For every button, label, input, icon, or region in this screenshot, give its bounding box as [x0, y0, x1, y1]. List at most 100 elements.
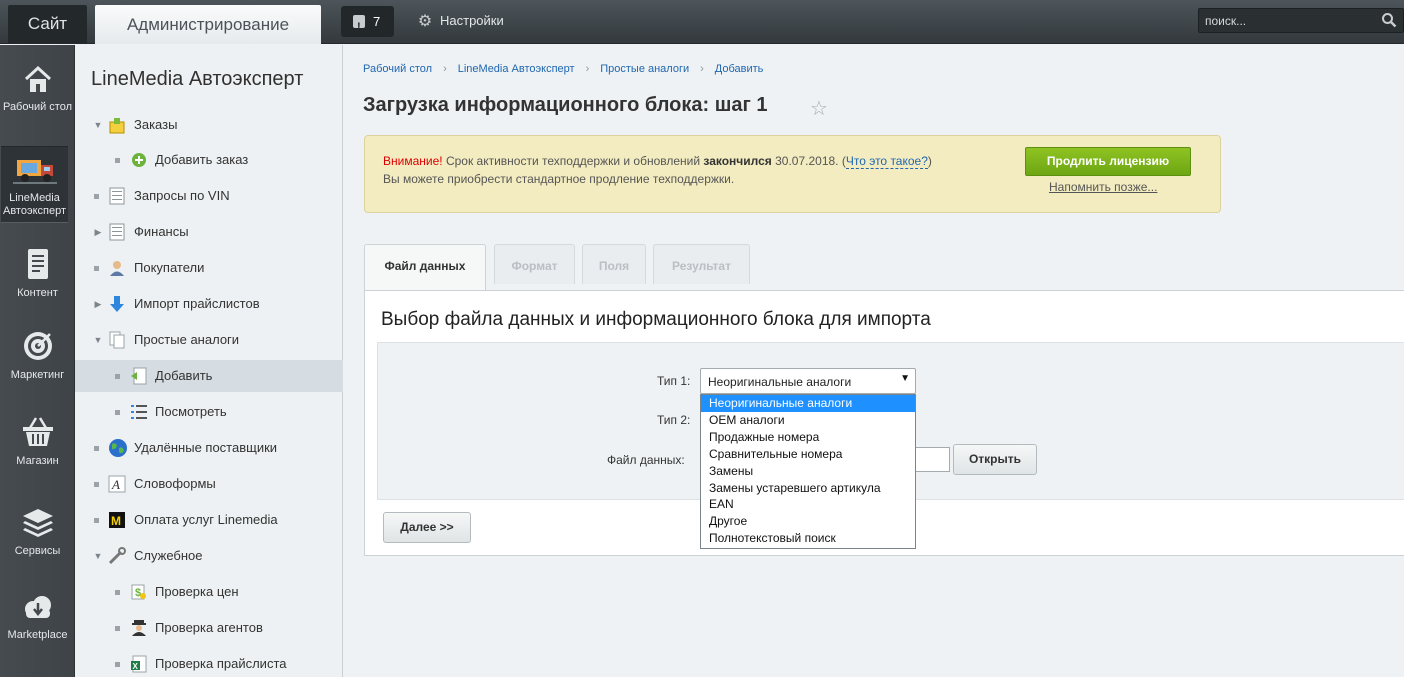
rail-label: Магазин: [16, 455, 59, 467]
open-button[interactable]: Открыть: [953, 444, 1037, 475]
bullet: [94, 482, 99, 487]
top-bar: Сайт Администрирование 7 ⚙ Настройки: [0, 0, 1404, 44]
rail-item-services[interactable]: Сервисы: [0, 507, 75, 558]
sidebar-item-label: Проверка цен: [155, 584, 239, 599]
dropdown-option[interactable]: Другое: [701, 513, 915, 530]
bullet: [115, 590, 120, 595]
rail-item-content[interactable]: Контент: [0, 247, 75, 300]
rail-item-marketing[interactable]: Маркетинг: [0, 329, 75, 382]
sidebar-item-vin[interactable]: Запросы по VIN: [75, 180, 343, 212]
sidebar-item-price-check[interactable]: $ Проверка цен: [75, 576, 343, 608]
expand-arrow-icon[interactable]: ▼: [93, 324, 103, 356]
linemedia-m-icon: M: [109, 512, 125, 528]
sidebar-item-service[interactable]: ▼ Служебное: [75, 540, 343, 572]
sidebar-item-label: Импорт прайслистов: [134, 296, 260, 311]
search-icon[interactable]: [1381, 12, 1397, 28]
alert-text: Срок активности техподдержки и обновлени…: [442, 154, 704, 168]
basket-icon: [22, 417, 53, 446]
list-icon: [131, 405, 147, 419]
sidebar-item-linemedia-payment[interactable]: M Оплата услуг Linemedia: [75, 504, 343, 536]
sidebar-item-import[interactable]: ▶ Импорт прайслистов: [75, 288, 343, 320]
sidebar-item-finance[interactable]: ▶ Финансы: [75, 216, 343, 248]
search-input[interactable]: [1205, 11, 1375, 31]
sidebar-item-customers[interactable]: Покупатели: [75, 252, 343, 284]
chevron-down-icon: ▼: [900, 373, 910, 384]
breadcrumb-link[interactable]: Простые аналоги: [600, 63, 689, 75]
rail-item-desktop[interactable]: Рабочий стол: [0, 65, 75, 114]
alert-date: 30.07.2018. (: [771, 154, 846, 168]
rail-item-marketplace[interactable]: Marketplace: [0, 593, 75, 642]
alert-message: Внимание! Срок активности техподдержки и…: [383, 154, 932, 169]
svg-text:M: M: [111, 514, 121, 528]
tab-fields[interactable]: Поля: [582, 244, 646, 284]
sidebar-item-wordforms[interactable]: A Словоформы: [75, 468, 343, 500]
bullet: [115, 410, 120, 415]
bullet: [94, 518, 99, 523]
wordform-icon: A: [108, 475, 126, 493]
rail-item-shop[interactable]: Магазин: [0, 415, 75, 468]
svg-text:X: X: [133, 662, 139, 671]
sidebar-menu: LineMedia Автоэксперт ▼ Заказы Добавить …: [75, 45, 343, 677]
expand-arrow-icon[interactable]: ▶: [93, 288, 103, 320]
sidebar-item-label: Запросы по VIN: [134, 188, 230, 203]
type1-select[interactable]: Неоригинальные аналоги ▼: [700, 368, 916, 394]
dropdown-option[interactable]: EAN: [701, 496, 915, 513]
breadcrumb: Рабочий стол › LineMedia Автоэксперт › Прост…: [363, 63, 763, 75]
dropdown-option[interactable]: Замены: [701, 463, 915, 480]
sidebar-item-add[interactable]: Добавить: [75, 360, 343, 392]
remind-later-link[interactable]: Напомнить позже...: [1049, 180, 1157, 194]
globe-icon: [109, 439, 127, 457]
settings-link[interactable]: ⚙ Настройки: [416, 12, 504, 31]
extend-license-button[interactable]: Продлить лицензию: [1025, 147, 1191, 176]
site-tab[interactable]: Сайт: [8, 5, 87, 43]
expand-arrow-icon[interactable]: ▶: [93, 216, 103, 248]
tab-result[interactable]: Результат: [653, 244, 750, 284]
breadcrumb-link[interactable]: Добавить: [715, 63, 764, 75]
sidebar-item-remote-suppliers[interactable]: Удалённые поставщики: [75, 432, 343, 464]
breadcrumb-link[interactable]: Рабочий стол: [363, 63, 432, 75]
sidebar-title: LineMedia Автоэксперт: [91, 68, 304, 90]
sidebar-item-view[interactable]: Посмотреть: [75, 396, 343, 428]
file-path-input[interactable]: [916, 447, 950, 472]
favorite-star-icon[interactable]: ☆: [810, 96, 828, 121]
bullet: [115, 374, 120, 379]
alert-close-paren: ): [927, 154, 932, 168]
dropdown-option[interactable]: Полнотекстовый поиск: [701, 530, 915, 547]
admin-tab[interactable]: Администрирование: [95, 5, 321, 44]
sidebar-item-agent-check[interactable]: Проверка агентов: [75, 612, 343, 644]
expand-arrow-icon[interactable]: ▼: [93, 109, 103, 141]
next-button[interactable]: Далее >>: [383, 512, 471, 543]
alert-bold-word: закончился: [703, 154, 772, 168]
finance-icon: [109, 223, 125, 241]
dropdown-option[interactable]: Сравнительные номера: [701, 446, 915, 463]
tab-format[interactable]: Формат: [494, 244, 575, 284]
dropdown-option[interactable]: Неоригинальные аналоги: [701, 395, 915, 412]
bullet: [94, 266, 99, 271]
dropdown-option[interactable]: Замены устаревшего артикула: [701, 480, 915, 497]
bullet: [115, 662, 120, 667]
page-title: Загрузка информационного блока: шаг 1: [363, 94, 768, 116]
truck-icon: [12, 160, 57, 184]
sidebar-item-add-order[interactable]: Добавить заказ: [75, 144, 343, 176]
download-arrow-icon: [110, 296, 124, 312]
dropdown-option[interactable]: Продажные номера: [701, 429, 915, 446]
sidebar-item-analogs[interactable]: ▼ Простые аналоги: [75, 324, 343, 356]
rail-label: Сервисы: [14, 545, 61, 557]
breadcrumb-link[interactable]: LineMedia Автоэксперт: [458, 63, 575, 75]
sidebar-item-pricelist-check[interactable]: X Проверка прайслиста: [75, 648, 343, 677]
rail-item-linemedia[interactable]: LineMedia Автоэксперт: [1, 146, 68, 223]
rail-label: Маркетинг: [10, 369, 65, 381]
svg-text:$: $: [135, 587, 141, 599]
sidebar-item-orders[interactable]: ▼ Заказы: [75, 109, 343, 141]
bullet: [94, 446, 99, 451]
notifications-button[interactable]: 7: [341, 6, 394, 43]
dropdown-option[interactable]: OEM аналоги: [701, 412, 915, 429]
expand-arrow-icon[interactable]: ▼: [93, 540, 103, 572]
what-is-this-link[interactable]: Что это такое?: [845, 154, 928, 169]
bullet: [94, 194, 99, 199]
license-alert: Внимание! Срок активности техподдержки и…: [364, 135, 1221, 213]
alert-warning-word: Внимание!: [383, 154, 443, 168]
bullet: [115, 158, 120, 163]
rail-label: Рабочий стол: [2, 101, 73, 113]
tab-data-file[interactable]: Файл данных: [364, 244, 486, 290]
